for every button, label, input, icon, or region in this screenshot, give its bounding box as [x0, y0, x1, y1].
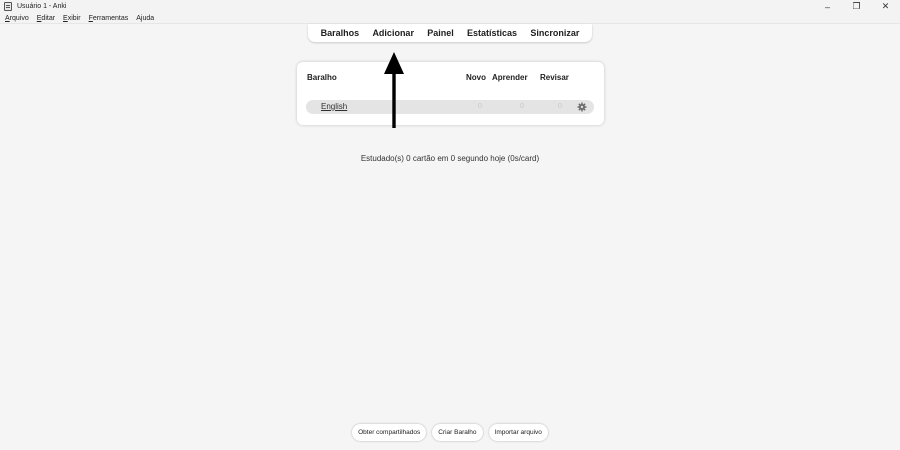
- toolbar-browse-link[interactable]: Painel: [427, 28, 454, 38]
- header-review: Revisar: [540, 73, 569, 82]
- deck-name-link[interactable]: English: [321, 102, 347, 111]
- toolbar-add-link[interactable]: Adicionar: [372, 28, 414, 38]
- menu-ajuda[interactable]: Ajuda: [136, 15, 154, 22]
- menu-ferramentas[interactable]: Ferramentas: [89, 15, 129, 22]
- restore-button[interactable]: ❐: [842, 0, 871, 13]
- window-controls: – ❐ ✕: [813, 0, 900, 13]
- menu-arquivo[interactable]: Arquivo: [5, 15, 29, 22]
- header-deck: Baralho: [307, 73, 337, 82]
- close-button[interactable]: ✕: [871, 0, 900, 13]
- gear-icon[interactable]: [576, 101, 588, 113]
- annotation-arrow: [384, 52, 404, 128]
- bottom-button-bar: Obter compartilhados Criar Baralho Impor…: [0, 424, 900, 442]
- get-shared-button[interactable]: Obter compartilhados: [352, 424, 427, 441]
- main-toolbar: Baralhos Adicionar Painel Estatísticas S…: [308, 24, 592, 42]
- menu-exibir[interactable]: Exibir: [63, 15, 81, 22]
- import-file-button[interactable]: Importar arquivo: [488, 424, 548, 441]
- toolbar-stats-link[interactable]: Estatísticas: [467, 28, 517, 38]
- title-bar: Usuário 1 - Anki – ❐ ✕: [0, 0, 900, 13]
- create-deck-button[interactable]: Criar Baralho: [432, 424, 483, 441]
- deck-list-header: Baralho Novo Aprender Revisar: [297, 62, 604, 92]
- anki-app-icon: [4, 2, 12, 11]
- window-title: Usuário 1 - Anki: [17, 3, 67, 10]
- header-learn: Aprender: [492, 73, 528, 82]
- deck-new-count: 0: [478, 103, 482, 110]
- toolbar-sync-link[interactable]: Sincronizar: [530, 28, 579, 38]
- minimize-button[interactable]: –: [813, 0, 842, 13]
- menu-editar[interactable]: Editar: [37, 15, 55, 22]
- header-new: Novo: [466, 73, 486, 82]
- deck-review-count: 0: [558, 103, 562, 110]
- toolbar-decks-link[interactable]: Baralhos: [321, 28, 360, 38]
- deck-row: English 0 0 0: [306, 100, 594, 114]
- study-stats-text: Estudado(s) 0 cartão em 0 segundo hoje (…: [360, 154, 540, 163]
- deck-learn-count: 0: [520, 103, 524, 110]
- menu-bar: Arquivo Editar Exibir Ferramentas Ajuda: [0, 13, 900, 24]
- deck-list-panel: Baralho Novo Aprender Revisar English 0 …: [297, 62, 604, 125]
